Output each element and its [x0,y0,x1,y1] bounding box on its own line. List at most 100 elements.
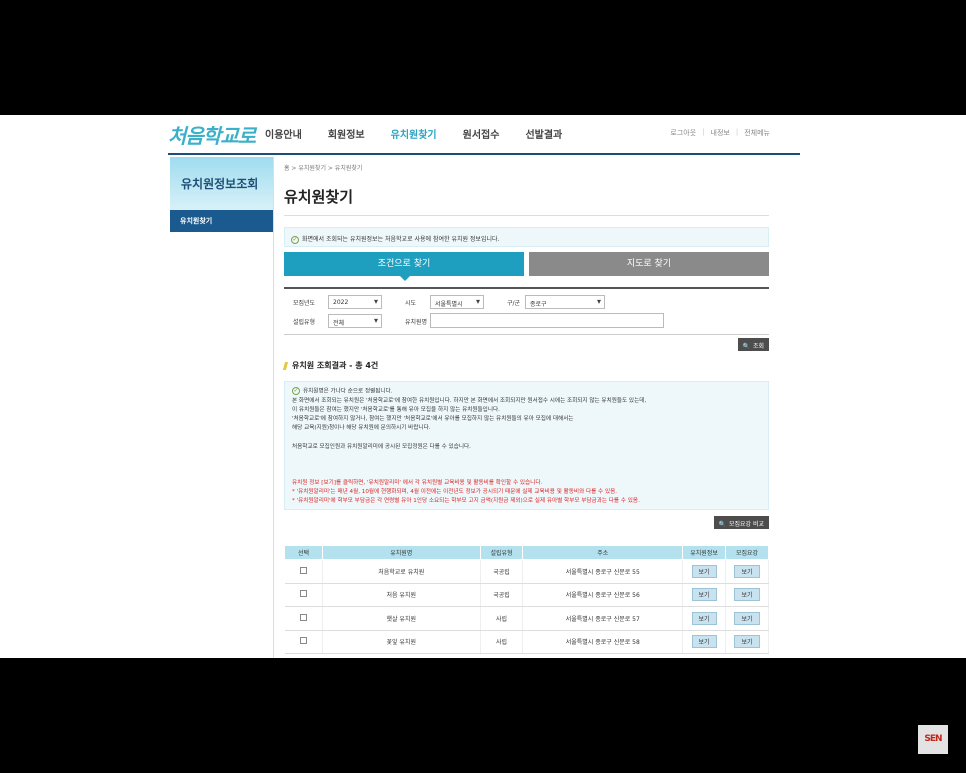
name-cell: 꽃잎 유치원 [322,630,481,654]
info-line [292,434,761,443]
table-row: 처음학교로 유치원 국공립 서울특별시 종로구 신문로 55 보기 보기 [284,559,769,584]
col-header: 모집요강 [725,545,769,560]
col-header: 선택 [284,545,323,560]
sido-select[interactable]: 서울특별시 [430,295,484,309]
view-info-button[interactable]: 보기 [691,564,717,578]
guide-cell: 보기 [725,583,769,607]
address-cell: 서울특별시 종로구 신문로 56 [522,583,684,607]
search-form: 모집년도 2022 시도 서울특별시 구/군 종로구 설립유형 전체 유치원명 [284,287,769,335]
select-cell [284,559,323,584]
menu-selection-result[interactable]: 선발결과 [525,126,562,141]
sidebar-item-find-kindergarten[interactable]: 유치원찾기 [170,210,273,232]
compare-button-label: 모집요강 비교 [728,521,764,528]
select-cell [284,606,323,631]
view-info-button[interactable]: 보기 [691,635,717,649]
page-title: 유치원찾기 [284,186,769,216]
tab-condition-search[interactable]: 조건으로 찾기 [284,252,524,281]
main-menu: 이용안내 회원정보 유치원찾기 원서접수 선발결과 [265,126,562,141]
breadcrumb: 홈 > 유치원찾기 > 유치원찾기 [284,165,363,172]
notice-text: 화면에서 조회되는 유치원정보는 처음학교로 사용에 참여한 유치원 정보입니다… [302,236,500,243]
name-input[interactable] [430,313,664,328]
address-cell: 서울특별시 종로구 신문로 57 [522,606,684,631]
select-cell [284,583,323,607]
view-info-button[interactable]: 보기 [691,588,717,602]
row-checkbox[interactable] [299,613,307,621]
table-row: 처음 유치원 국공립 서울특별시 종로구 신문로 56 보기 보기 [284,583,769,607]
year-select[interactable]: 2022 [328,295,382,309]
search-button[interactable]: 🔍 조회 [738,338,769,351]
info-red-line: * '유치원알리미'는 매년 4월, 10월에 현행화되며, 4월 이전에는 이… [292,489,618,496]
name-label: 유치원명 [405,319,428,326]
row-checkbox[interactable] [299,637,307,645]
table-row: 꽃잎 유치원 사립 서울특별시 종로구 신문로 58 보기 보기 [284,630,769,654]
menu-usage-guide[interactable]: 이용안내 [265,126,302,141]
guide-cell: 보기 [725,559,769,584]
type-cell: 사립 [480,630,524,654]
info-line: 처음학교로 모집인원과 유치원알리미에 공시된 모집정원은 다를 수 있습니다. [292,443,471,450]
type-cell: 국공립 [480,559,524,584]
type-label: 설립유형 [293,319,316,326]
gu-select[interactable]: 종로구 [525,295,605,309]
view-guide-button[interactable]: 보기 [734,635,760,649]
info-line: ✓ 유치원명은 가나다 순으로 정렬됩니다. [292,387,761,397]
type-select[interactable]: 전체 [328,314,382,328]
view-guide-button[interactable]: 보기 [734,611,760,625]
guide-cell: 보기 [725,606,769,631]
info-red-line: * '유치원알리미'에 학부모 부담금은 각 연령별 유아 1인당 소요되는 학… [292,498,640,505]
result-title-text: 유치원 조회결과 - 총 4건 [292,361,379,370]
type-cell: 국공립 [480,583,524,607]
table-header-row: 선택 유치원명 설립유형 주소 유치원정보 모집요강 [284,545,769,560]
info-line-text: 유치원명은 가나다 순으로 정렬됩니다. [303,388,393,395]
row-checkbox[interactable] [299,566,307,574]
info-red-line: 유치원 정보 [보기]를 클릭하면, '유치원알리미' 에서 각 유치원별 교육… [292,479,543,486]
check-icon: ✓ [292,387,300,395]
sido-label: 시도 [405,300,417,307]
compare-button[interactable]: 🔍 모집요강 비교 [714,516,769,529]
info-cell: 보기 [682,583,727,607]
name-cell: 처음학교로 유치원 [322,559,481,584]
address-cell: 서울특별시 종로구 신문로 55 [522,559,684,584]
search-tabs: 조건으로 찾기 지도로 찾기 [284,252,769,281]
type-cell: 사립 [480,606,524,631]
menu-application[interactable]: 원서접수 [463,126,500,141]
gu-label: 구/군 [507,300,521,307]
site-logo[interactable]: 처음학교로 [168,120,256,149]
check-icon: ✓ [291,235,299,244]
my-info-link[interactable]: 내정보 [711,128,730,138]
view-guide-button[interactable]: 보기 [734,588,760,602]
row-checkbox[interactable] [299,590,307,598]
name-cell: 햇살 유치원 [322,606,481,631]
main-content: 홈 > 유치원찾기 > 유치원찾기 유치원찾기 ✓ 화면에서 조회되는 유치원정보… [282,157,769,654]
compare-button-row: 🔍 모집요강 비교 [284,510,769,530]
select-cell [284,630,323,654]
divider: | [735,128,739,136]
divider: | [702,128,705,136]
info-line: '처음학교로'에 참여하지 않거나, 참여는 했지만 '처음학교로'에서 유아를… [292,416,574,423]
search-icon: 🔍 [718,521,726,528]
col-header: 설립유형 [479,545,524,560]
info-cell: 보기 [682,606,727,631]
menu-member-info[interactable]: 회원정보 [328,126,365,141]
col-header: 주소 [522,545,684,560]
view-guide-button[interactable]: 보기 [734,564,760,578]
info-line: 이 유치원들은 참여는 했지만 '처음학교로'를 통해 유아 모집을 하지 않는… [292,406,500,413]
tab-map-search[interactable]: 지도로 찾기 [529,252,769,276]
sidebar: 유치원정보조회 유치원찾기 [170,157,274,658]
name-cell: 처음 유치원 [322,583,481,607]
sidebar-title: 유치원정보조회 [170,157,273,210]
broadcaster-logo: SEN [918,725,948,754]
info-cell: 보기 [682,559,727,584]
result-table: 선택 유치원명 설립유형 주소 유치원정보 모집요강 처음학교로 유치원 국공립… [284,545,769,654]
title-marker-icon [282,361,289,370]
notice-bar: ✓ 화면에서 조회되는 유치원정보는 처음학교로 사용에 참여한 유치원 정보입니… [284,227,769,247]
guide-cell: 보기 [725,630,769,654]
all-menu-link[interactable]: 전체메뉴 [744,128,770,138]
logout-link[interactable]: 로그아웃 [670,128,696,138]
view-info-button[interactable]: 보기 [691,611,717,625]
info-box: ✓ 유치원명은 가나다 순으로 정렬됩니다. 본 화면에서 조회되는 유치원은 '… [284,381,769,510]
info-line: 해당 교육(지원)청이나 해당 유치원에 문의하시기 바랍니다. [292,425,431,432]
search-button-row: 🔍 조회 [284,335,769,351]
address-cell: 서울특별시 종로구 신문로 58 [522,630,684,654]
menu-find-kindergarten[interactable]: 유치원찾기 [391,126,437,141]
